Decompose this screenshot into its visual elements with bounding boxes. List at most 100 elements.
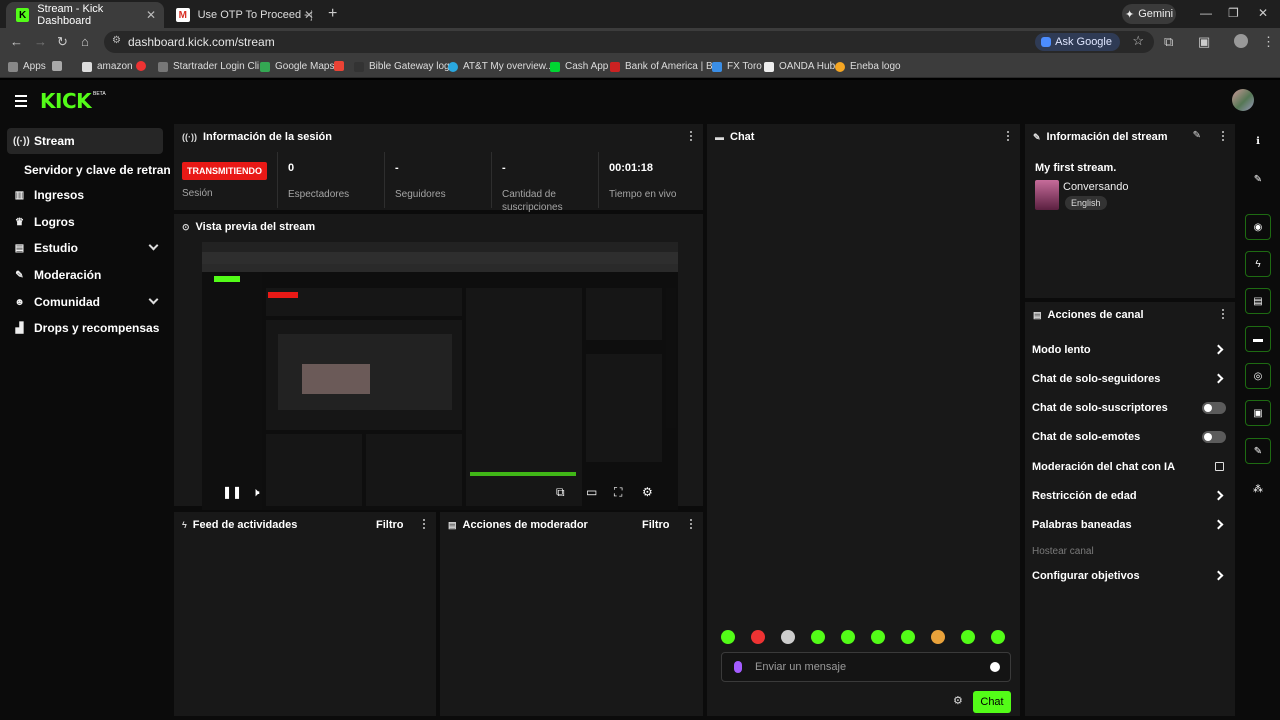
emote-icon[interactable] <box>751 630 765 644</box>
share-icon[interactable]: ⁂ <box>1245 476 1271 502</box>
restore-icon[interactable]: ❐ <box>1228 6 1239 20</box>
gemini-button[interactable]: ✦ Gemini <box>1122 4 1176 24</box>
sidebar-item-stream-key[interactable]: Servidor y clave de retransm <box>24 163 170 177</box>
more-options-icon[interactable] <box>1222 309 1225 321</box>
chat-icon[interactable]: ▬ <box>1245 326 1271 352</box>
action-banned-words[interactable]: Palabras baneadas <box>1032 515 1228 535</box>
mute-icon[interactable]: 🕨 <box>252 485 260 500</box>
emotes-only-toggle[interactable] <box>1202 431 1226 443</box>
emote-icon[interactable] <box>781 630 795 644</box>
tab-kick-dashboard[interactable]: K Stream - Kick Dashboard ✕ <box>6 2 164 28</box>
action-configure-goals[interactable]: Configurar objetivos <box>1032 566 1228 586</box>
bookmark-startrader[interactable]: Startrader Login Cli... <box>158 61 268 72</box>
sidepanel-icon[interactable]: ▣ <box>1198 34 1210 50</box>
ask-google-button[interactable]: Ask Google <box>1035 33 1120 51</box>
new-tab-icon[interactable]: + <box>328 5 337 23</box>
emote-icon[interactable] <box>991 630 1005 644</box>
divider <box>491 152 492 208</box>
settings-gear-icon[interactable]: ⚙ <box>642 485 653 499</box>
sidebar-item-moderacion[interactable]: ✎ Moderación <box>7 262 163 288</box>
emote-icon[interactable] <box>931 630 945 644</box>
pip-icon[interactable]: ⧉ <box>556 485 565 500</box>
more-options-icon[interactable] <box>1222 131 1225 143</box>
home-icon[interactable]: ⌂ <box>81 34 89 49</box>
action-ai-moderation[interactable]: Moderación del chat con IA <box>1032 457 1228 477</box>
feed-filter-button[interactable]: Filtro <box>376 519 404 531</box>
bookmark-bible-gateway[interactable]: Bible Gateway logo <box>354 61 455 72</box>
emote-icon[interactable] <box>811 630 825 644</box>
bookmark-oanda[interactable]: OANDA Hub <box>764 61 835 72</box>
tab-otp[interactable]: M Use OTP To Proceed - justoluis ✕ <box>166 2 322 28</box>
emote-icon[interactable] <box>841 630 855 644</box>
edit-icon[interactable]: ✎ <box>1245 166 1271 192</box>
back-icon[interactable]: ← <box>10 34 23 49</box>
close-window-icon[interactable]: ✕ <box>1258 6 1268 20</box>
sidebar-item-comunidad[interactable]: ☻ Comunidad <box>7 289 163 315</box>
subscribers-only-toggle[interactable] <box>1202 402 1226 414</box>
emote-icon[interactable] <box>721 630 735 644</box>
mod-filter-button[interactable]: Filtro <box>642 519 670 531</box>
close-tab-icon[interactable]: ✕ <box>304 8 314 22</box>
action-slow-mode[interactable]: Modo lento <box>1032 340 1228 360</box>
stream-preview-video[interactable]: ❚❚ 🕨 ⧉ ▭ ⛶ ⚙ <box>202 242 678 510</box>
pause-icon[interactable]: ❚❚ <box>222 485 242 499</box>
extensions-icon[interactable]: ⧉ <box>1164 34 1173 50</box>
bookmark-star-icon[interactable]: ☆ <box>1132 33 1144 49</box>
close-tab-icon[interactable]: ✕ <box>146 8 156 22</box>
bookmark-grid[interactable] <box>52 61 67 71</box>
chat-settings-gear-icon[interactable]: ⚙ <box>953 694 963 707</box>
bolt-icon[interactable]: ϟ <box>1245 251 1271 277</box>
kick-logo[interactable]: KICK <box>40 89 92 113</box>
broadcast-icon[interactable]: ◎ <box>1245 363 1271 389</box>
bookmark-bofa[interactable]: Bank of America | B... <box>610 61 721 72</box>
more-options-icon[interactable] <box>690 131 693 143</box>
emote-icon[interactable] <box>901 630 915 644</box>
edit-pencil-icon[interactable]: ✎ <box>1193 130 1201 141</box>
sidebar-item-ingresos[interactable]: ▥ Ingresos <box>7 182 163 208</box>
more-options-icon[interactable] <box>690 519 693 531</box>
hamburger-menu-icon[interactable] <box>15 95 27 110</box>
dashboard-sidebar: ((·)) Stream Servidor y clave de retrans… <box>0 122 170 720</box>
reload-icon[interactable]: ↻ <box>57 34 68 50</box>
bookmark-gmail[interactable] <box>334 61 349 71</box>
sidebar-item-estudio[interactable]: ▤ Estudio <box>7 235 163 261</box>
chat-message-input[interactable]: Enviar un mensaje <box>721 652 1011 682</box>
bookmark-google-maps[interactable]: Google Maps <box>260 61 334 72</box>
profile-avatar[interactable] <box>1234 34 1248 48</box>
sidebar-item-logros[interactable]: ♛ Logros <box>7 209 163 235</box>
wrench-icon[interactable]: ✎ <box>1245 438 1271 464</box>
action-age-restriction[interactable]: Restricción de edad <box>1032 486 1228 506</box>
site-info-icon[interactable]: ⚙ <box>112 35 121 46</box>
emote-icon[interactable] <box>871 630 885 644</box>
bookmark-att[interactable]: AT&T My overview... <box>448 61 554 72</box>
bookmark-amazon[interactable]: amazon <box>82 61 133 72</box>
action-followers-only[interactable]: Chat de solo-seguidores <box>1032 369 1228 389</box>
user-avatar[interactable] <box>1232 89 1254 111</box>
sidebar-item-stream[interactable]: ((·)) Stream <box>7 128 163 154</box>
url-bar[interactable]: ⚙ dashboard.kick.com/stream Ask Google ☆ <box>104 31 1154 53</box>
minimize-icon[interactable]: — <box>1200 6 1212 20</box>
document-icon[interactable]: ▤ <box>1245 288 1271 314</box>
microphone-icon[interactable] <box>734 661 742 673</box>
emote-icon[interactable] <box>961 630 975 644</box>
info-icon[interactable]: ℹ <box>1245 128 1271 154</box>
clip-icon[interactable]: ◉ <box>1245 214 1271 240</box>
forward-icon[interactable]: → <box>34 34 47 49</box>
emoji-icon[interactable] <box>990 662 1000 672</box>
bookmark-eneba[interactable]: Eneba logo <box>835 61 901 72</box>
chevron-down-icon[interactable] <box>148 240 159 251</box>
bookmark-cash-app[interactable]: Cash App <box>550 61 608 72</box>
more-options-icon[interactable] <box>423 519 426 531</box>
chevron-down-icon[interactable] <box>148 294 159 305</box>
bookmark-apps[interactable]: Apps <box>8 61 46 72</box>
channel-icon[interactable]: ▣ <box>1245 400 1271 426</box>
sidebar-item-drops[interactable]: ▟ Drops y recompensas <box>7 315 163 341</box>
gemini-label: Gemini <box>1138 8 1174 20</box>
fullscreen-icon[interactable]: ⛶ <box>614 485 622 500</box>
chat-send-button[interactable]: Chat <box>973 691 1011 713</box>
theater-icon[interactable]: ▭ <box>586 485 597 499</box>
bookmark-fx-toro[interactable]: FX Toro <box>712 61 762 72</box>
menu-dots-icon[interactable]: ⋮ <box>1262 34 1275 50</box>
more-options-icon[interactable] <box>1007 131 1010 143</box>
bookmark-red[interactable] <box>136 61 151 71</box>
